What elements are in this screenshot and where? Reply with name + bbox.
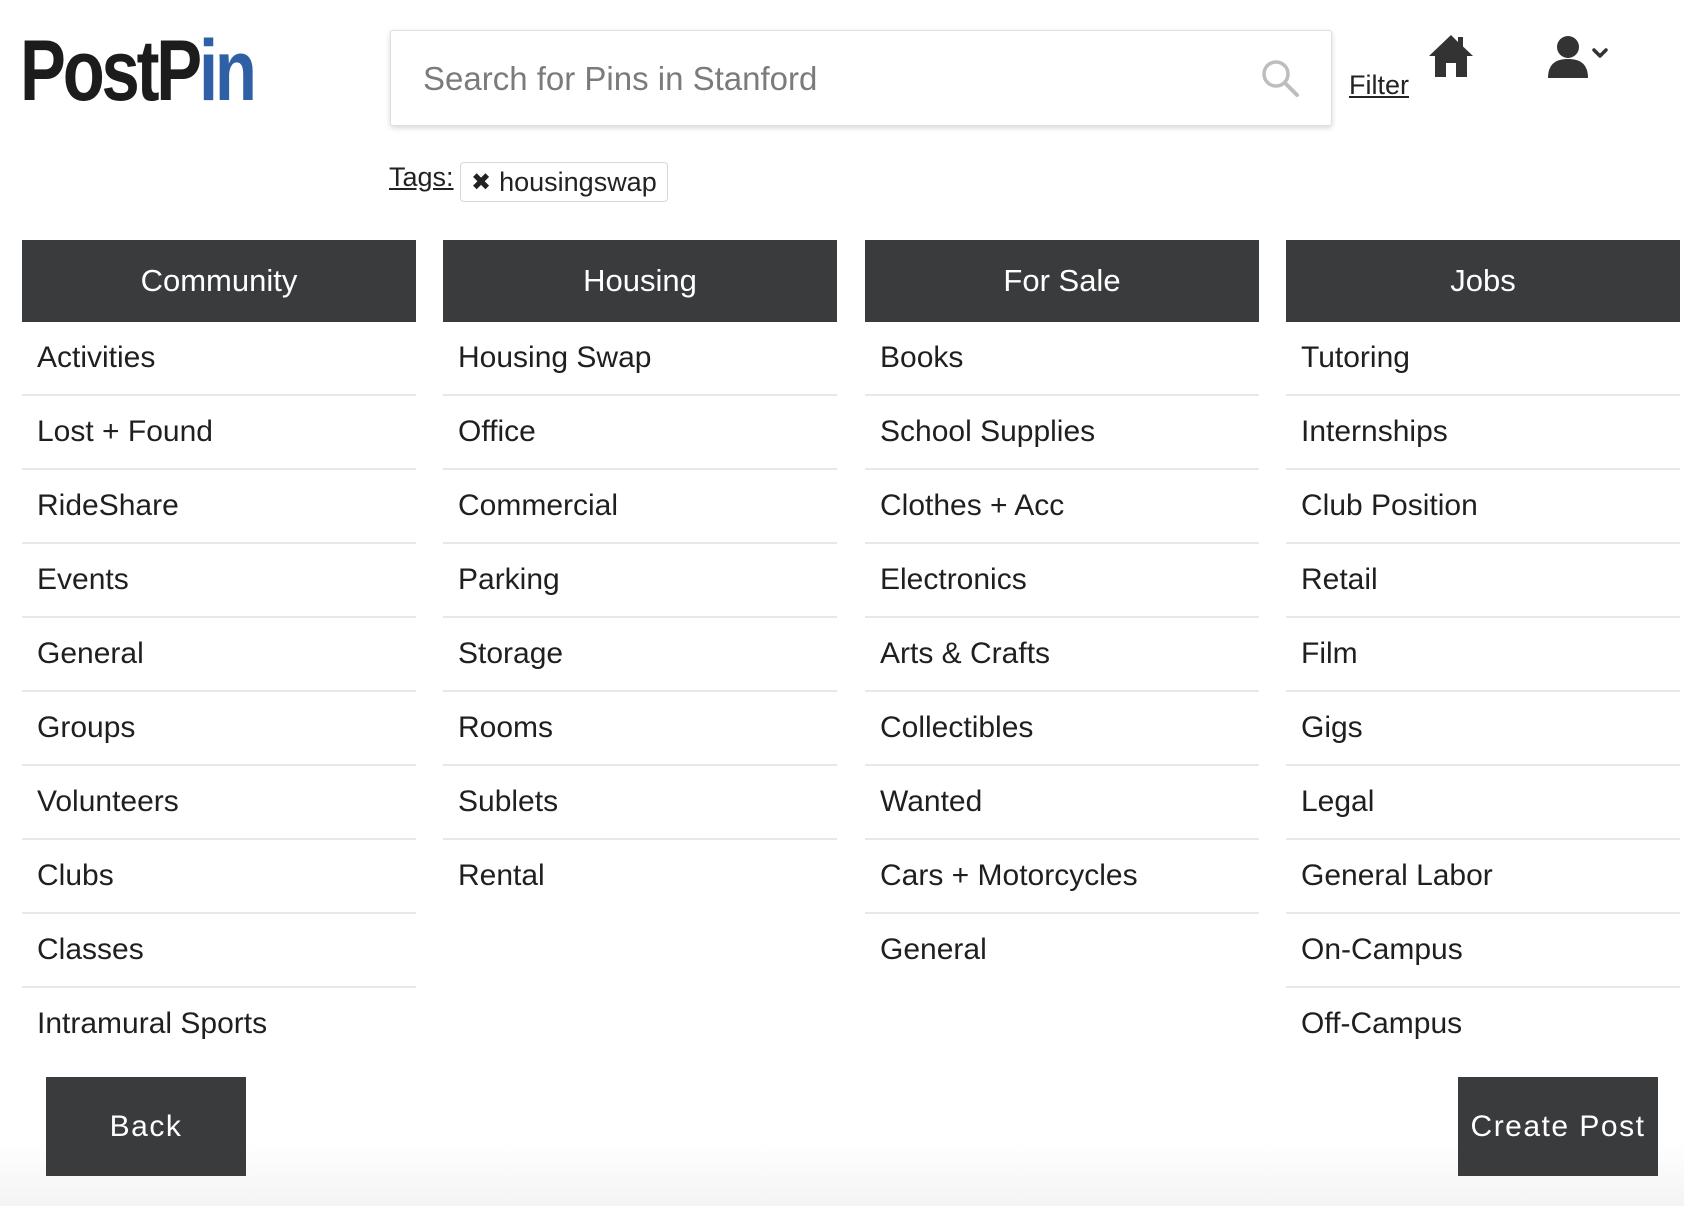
search-icon[interactable] xyxy=(1259,57,1301,99)
category-item[interactable]: RideShare xyxy=(22,470,416,544)
close-icon[interactable]: ✖ xyxy=(471,168,491,197)
column-jobs: Jobs Tutoring Internships Club Position Ret… xyxy=(1286,240,1680,1060)
category-item[interactable]: Arts & Crafts xyxy=(865,618,1259,692)
category-item[interactable]: Rental xyxy=(443,840,837,912)
filter-link[interactable]: Filter xyxy=(1349,70,1409,101)
chevron-down-icon xyxy=(1592,48,1608,58)
column-community: Community Activities Lost + Found RideShar… xyxy=(22,240,416,1060)
category-item[interactable]: Lost + Found xyxy=(22,396,416,470)
bottom-fade xyxy=(0,1140,1684,1206)
search-bar xyxy=(390,30,1332,126)
category-item[interactable]: On-Campus xyxy=(1286,914,1680,988)
category-item[interactable]: Volunteers xyxy=(22,766,416,840)
category-item[interactable]: General xyxy=(22,618,416,692)
column-header-housing[interactable]: Housing xyxy=(443,240,837,322)
category-item[interactable]: Office xyxy=(443,396,837,470)
category-item[interactable]: General Labor xyxy=(1286,840,1680,914)
category-item[interactable]: Clubs xyxy=(22,840,416,914)
category-item[interactable]: Sublets xyxy=(443,766,837,840)
tag-text: housingswap xyxy=(499,166,657,197)
category-item[interactable]: Electronics xyxy=(865,544,1259,618)
category-item[interactable]: Film xyxy=(1286,618,1680,692)
category-item[interactable]: Gigs xyxy=(1286,692,1680,766)
category-item[interactable]: Cars + Motorcycles xyxy=(865,840,1259,914)
user-icon[interactable] xyxy=(1546,32,1614,80)
category-list-for-sale: Books School Supplies Clothes + Acc Electro… xyxy=(865,322,1259,986)
category-item[interactable]: Tutoring xyxy=(1286,322,1680,396)
column-housing: Housing Housing Swap Office Commercial Park… xyxy=(443,240,837,912)
category-item[interactable]: Off-Campus xyxy=(1286,988,1680,1060)
back-button[interactable]: Back xyxy=(46,1077,246,1176)
category-item[interactable]: School Supplies xyxy=(865,396,1259,470)
category-item[interactable]: Storage xyxy=(443,618,837,692)
category-item[interactable]: Rooms xyxy=(443,692,837,766)
category-item[interactable]: Parking xyxy=(443,544,837,618)
postpin-logo[interactable]: PostPin xyxy=(20,23,257,119)
category-item[interactable]: Wanted xyxy=(865,766,1259,840)
category-item[interactable]: Club Position xyxy=(1286,470,1680,544)
category-item[interactable]: Legal xyxy=(1286,766,1680,840)
column-header-community[interactable]: Community xyxy=(22,240,416,322)
category-item[interactable]: Books xyxy=(865,322,1259,396)
column-header-jobs[interactable]: Jobs xyxy=(1286,240,1680,322)
category-item[interactable]: Intramural Sports xyxy=(22,988,416,1060)
category-item[interactable]: Retail xyxy=(1286,544,1680,618)
column-header-for-sale[interactable]: For Sale xyxy=(865,240,1259,322)
logo-text-in: in xyxy=(198,23,257,119)
category-list-jobs: Tutoring Internships Club Position Retail Fi… xyxy=(1286,322,1680,1060)
create-post-button[interactable]: Create Post xyxy=(1458,1077,1658,1176)
category-item[interactable]: General xyxy=(865,914,1259,986)
tag-chip: ✖ housingswap xyxy=(460,162,668,202)
category-item[interactable]: Classes xyxy=(22,914,416,988)
search-input[interactable] xyxy=(421,53,1245,105)
column-for-sale: For Sale Books School Supplies Clothes + A… xyxy=(865,240,1259,986)
category-item[interactable]: Events xyxy=(22,544,416,618)
category-item[interactable]: Housing Swap xyxy=(443,322,837,396)
tags-label: Tags: xyxy=(389,162,454,192)
category-list-housing: Housing Swap Office Commercial Parking Stora… xyxy=(443,322,837,912)
category-list-community: Activities Lost + Found RideShare Events Gen… xyxy=(22,322,416,1060)
category-item[interactable]: Clothes + Acc xyxy=(865,470,1259,544)
category-item[interactable]: Commercial xyxy=(443,470,837,544)
category-item[interactable]: Collectibles xyxy=(865,692,1259,766)
home-icon[interactable] xyxy=(1428,32,1474,80)
logo-text-post: PostP xyxy=(20,23,202,119)
category-item[interactable]: Groups xyxy=(22,692,416,766)
category-item[interactable]: Internships xyxy=(1286,396,1680,470)
category-item[interactable]: Activities xyxy=(22,322,416,396)
